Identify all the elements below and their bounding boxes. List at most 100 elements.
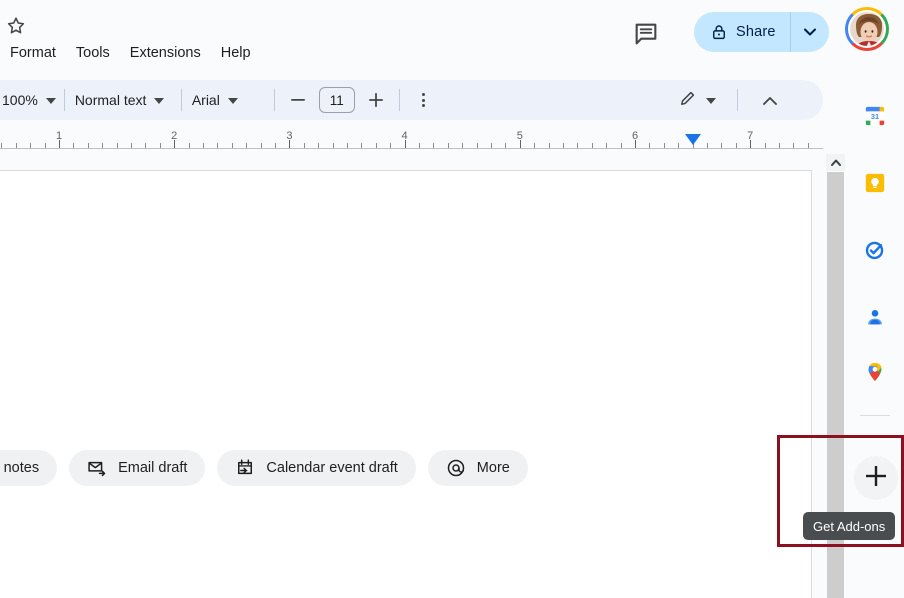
toolbar-divider-5 (737, 89, 738, 111)
document-page[interactable]: Meeting notes Email draft (0, 170, 812, 598)
formatting-toolbar: 100% Normal text Arial 11 (0, 80, 823, 120)
chip-email-draft[interactable]: Email draft (69, 450, 205, 486)
font-family-value: Arial (192, 92, 220, 108)
ruler-tick-minor (1, 143, 2, 148)
ruler-tick-minor (304, 143, 305, 148)
side-panel-contacts[interactable] (857, 301, 893, 337)
ruler-tick-minor (45, 143, 46, 148)
font-family-dropdown[interactable]: Arial (182, 84, 274, 116)
ruler-tick-minor (419, 143, 420, 148)
comment-history-icon[interactable] (632, 20, 660, 48)
ruler-tick-minor (189, 143, 190, 148)
ruler-tick-minor (102, 143, 103, 148)
right-indent-marker[interactable] (685, 132, 701, 150)
ruler-tick-minor (534, 143, 535, 148)
pencil-icon (678, 88, 698, 113)
side-panel-tasks[interactable] (857, 234, 893, 270)
ruler-number: 4 (402, 130, 408, 142)
svg-text:31: 31 (871, 111, 879, 120)
menu-tools[interactable]: Tools (66, 40, 120, 66)
toolbar-divider-4 (399, 89, 400, 111)
ruler-tick-minor (347, 143, 348, 148)
ruler-tick-minor (117, 143, 118, 148)
ruler-tick-minor (160, 143, 161, 148)
ruler-tick-minor (333, 143, 334, 148)
ruler-number: 2 (171, 130, 177, 142)
zoom-level-value: 100% (2, 92, 38, 108)
avatar-photo (850, 12, 884, 46)
chevron-down-icon (154, 91, 164, 109)
scroll-up-chevron-up-icon[interactable] (826, 154, 845, 171)
ruler-tick-minor (808, 143, 809, 148)
avatar-inner (848, 10, 886, 48)
side-panel-keep[interactable] (857, 167, 893, 203)
chip-meeting-notes[interactable]: Meeting notes (0, 450, 57, 486)
smart-chip-suggestions: Meeting notes Email draft (0, 450, 528, 486)
share-button-main[interactable]: Share (694, 12, 790, 52)
calendar-event-icon (235, 458, 255, 478)
menu-format[interactable]: Format (0, 40, 66, 66)
side-panel-calendar[interactable]: 31 (857, 100, 893, 136)
ruler-tick-minor (505, 143, 506, 148)
paragraph-style-dropdown[interactable]: Normal text (65, 84, 181, 116)
decrease-font-size-button[interactable] (285, 87, 311, 113)
chip-label: Meeting notes (0, 460, 39, 476)
chip-calendar-event-draft[interactable]: Calendar event draft (217, 450, 415, 486)
google-maps-icon (864, 361, 886, 388)
ruler-tick-minor (707, 143, 708, 148)
side-panel-maps[interactable] (857, 356, 893, 392)
ruler-tick-minor (232, 143, 233, 148)
ruler-tick-minor (275, 143, 276, 148)
ruler-tick-minor (649, 143, 650, 148)
ruler-tick-minor (261, 143, 262, 148)
ruler-number: 7 (747, 130, 753, 142)
share-button[interactable]: Share (694, 12, 829, 52)
ruler-tick-minor (203, 143, 204, 148)
more-vertical-icon[interactable] (410, 86, 438, 114)
horizontal-ruler[interactable]: 1 2 3 4 5 6 7 (0, 130, 823, 154)
ruler-tick-minor (73, 143, 74, 148)
ruler-tick-minor (318, 143, 319, 148)
font-size-stepper: 11 (275, 87, 399, 113)
chevron-down-icon (228, 91, 238, 109)
ruler-tick-minor (88, 143, 89, 148)
ruler-number: 3 (286, 130, 292, 142)
ruler-tick-minor (491, 143, 492, 148)
menu-bar: Format Tools Extensions Help (0, 40, 261, 66)
ruler-tick-minor (462, 143, 463, 148)
chip-more[interactable]: More (428, 450, 528, 486)
menu-extensions[interactable]: Extensions (120, 40, 211, 66)
google-keep-icon (864, 172, 886, 199)
increase-font-size-button[interactable] (363, 87, 389, 113)
ruler-tick-minor (217, 143, 218, 148)
ruler-tick-minor (246, 143, 247, 148)
collapse-toolbar-button[interactable] (756, 86, 784, 114)
ruler-number: 6 (632, 130, 638, 142)
menu-help[interactable]: Help (211, 40, 261, 66)
ruler-tick-minor (390, 143, 391, 148)
editing-mode-dropdown[interactable] (672, 84, 722, 116)
get-addons-button[interactable] (854, 456, 898, 500)
google-docs-window: Format Tools Extensions Help Share (0, 0, 904, 598)
side-panel-divider (860, 415, 890, 416)
google-contacts-icon (864, 306, 886, 333)
font-size-input[interactable]: 11 (319, 87, 355, 113)
ruler-tick-minor (448, 143, 449, 148)
ruler-tick-minor (779, 143, 780, 148)
star-outline-icon[interactable] (5, 15, 27, 37)
share-button-label: Share (736, 24, 776, 40)
ruler-tick-minor (30, 143, 31, 148)
ruler-number: 5 (517, 130, 523, 142)
chip-label: Calendar event draft (266, 460, 397, 476)
ruler-tick-minor (793, 143, 794, 148)
email-draft-icon (87, 458, 107, 478)
ruler-tick-minor (621, 143, 622, 148)
ruler-tick-minor (145, 143, 146, 148)
paragraph-style-value: Normal text (75, 92, 147, 108)
share-chevron-down-icon[interactable] (791, 12, 829, 52)
ruler-number: 1 (56, 130, 62, 142)
zoom-level-dropdown[interactable]: 100% (0, 84, 64, 116)
account-avatar[interactable] (845, 7, 889, 51)
ruler-tick-minor (721, 143, 722, 148)
ruler-tick-minor (131, 143, 132, 148)
